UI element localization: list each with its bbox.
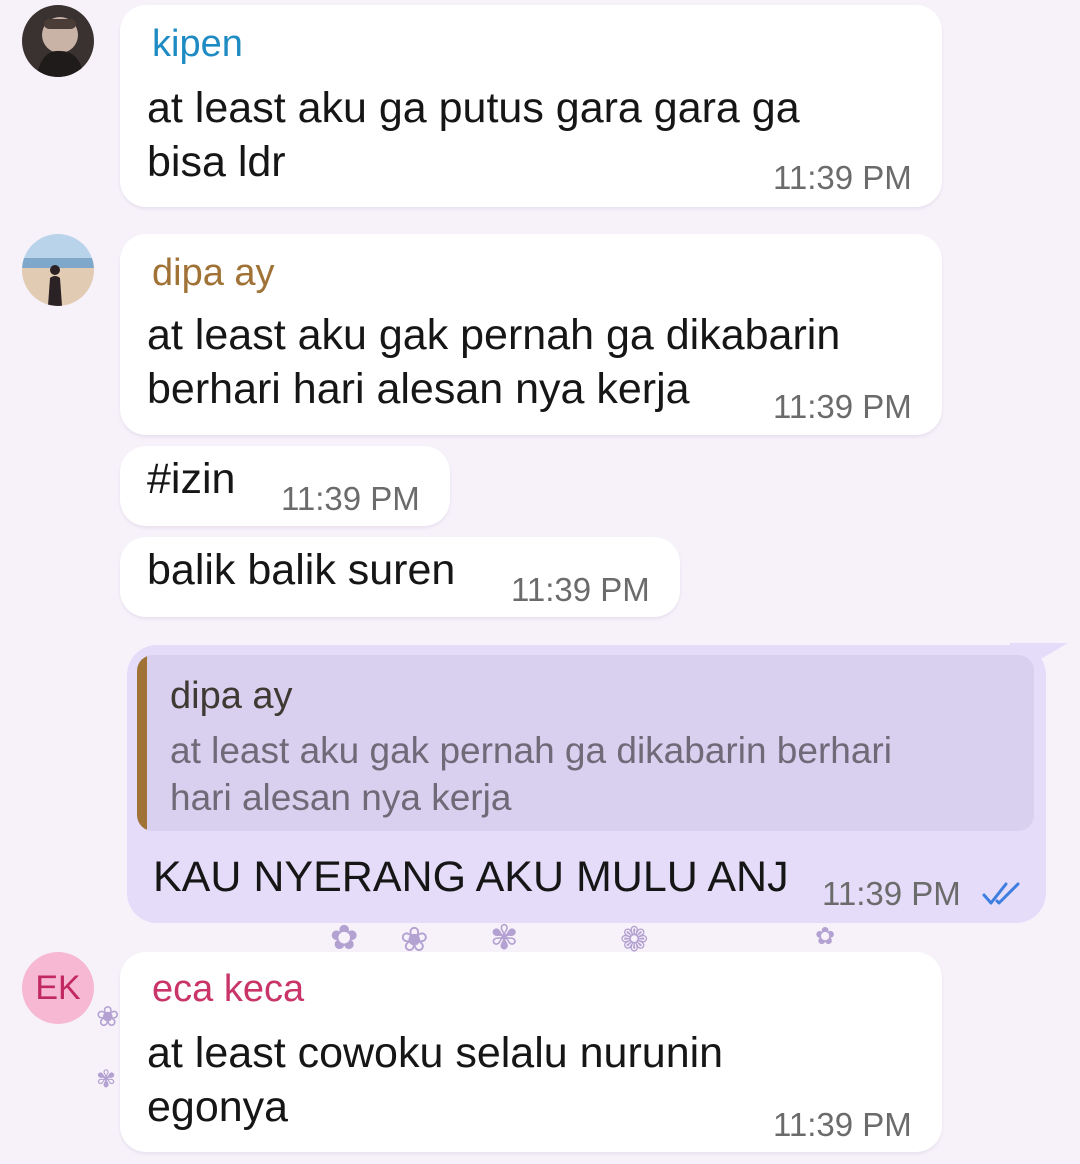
message-time: 11:39 PM	[281, 480, 420, 517]
message-time: 11:39 PM	[511, 571, 650, 608]
photo-avatar-icon	[22, 234, 94, 306]
message-text: balik balik suren	[147, 546, 456, 594]
sender-name[interactable]: eca keca	[152, 968, 304, 1011]
outgoing-message-bubble[interactable]: dipa ay at least aku gak pernah ga dikab…	[127, 645, 1046, 923]
message-bubble[interactable]: dipa ay at least aku gak pernah ga dikab…	[120, 234, 942, 435]
message-time: 11:39 PM	[822, 875, 961, 912]
reply-quote[interactable]: dipa ay at least aku gak pernah ga dikab…	[137, 655, 1034, 831]
message-time: 11:39 PM	[773, 159, 912, 196]
message-text: KAU NYERANG AKU MULU ANJ	[153, 853, 789, 901]
message-bubble[interactable]: balik balik suren 11:39 PM	[120, 537, 680, 617]
flower-pattern-icon: ✾	[96, 1065, 117, 1093]
avatar-kipen[interactable]	[22, 5, 94, 77]
photo-avatar-icon	[22, 5, 94, 77]
message-time: 11:39 PM	[773, 1106, 912, 1143]
reply-quote-bar	[137, 655, 147, 831]
avatar-eca-keca[interactable]: EK	[22, 952, 94, 1024]
message-text: at least cowoku selalu nurunin egonya	[147, 1029, 724, 1131]
sender-name[interactable]: kipen	[152, 23, 243, 66]
double-check-icon	[982, 882, 1020, 905]
message-bubble[interactable]: eca keca at least cowoku selalu nurunin …	[120, 952, 942, 1152]
flower-pattern-icon: ✿	[815, 922, 836, 950]
avatar-dipa-ay[interactable]	[22, 234, 94, 306]
message-text: at least aku gak pernah ga dikabarin ber…	[147, 311, 841, 413]
message-bubble[interactable]: #izin 11:39 PM	[120, 446, 450, 526]
reply-quote-text: at least aku gak pernah ga dikabarin ber…	[170, 730, 892, 818]
message-time: 11:39 PM	[773, 388, 912, 425]
message-text: at least aku ga putus gara gara ga bisa …	[147, 84, 800, 186]
message-text: #izin	[147, 455, 236, 503]
flower-pattern-icon: ❀	[96, 1000, 120, 1033]
sender-name[interactable]: dipa ay	[152, 252, 275, 295]
reply-quote-sender: dipa ay	[170, 675, 293, 717]
message-bubble[interactable]: kipen at least aku ga putus gara gara ga…	[120, 5, 942, 207]
